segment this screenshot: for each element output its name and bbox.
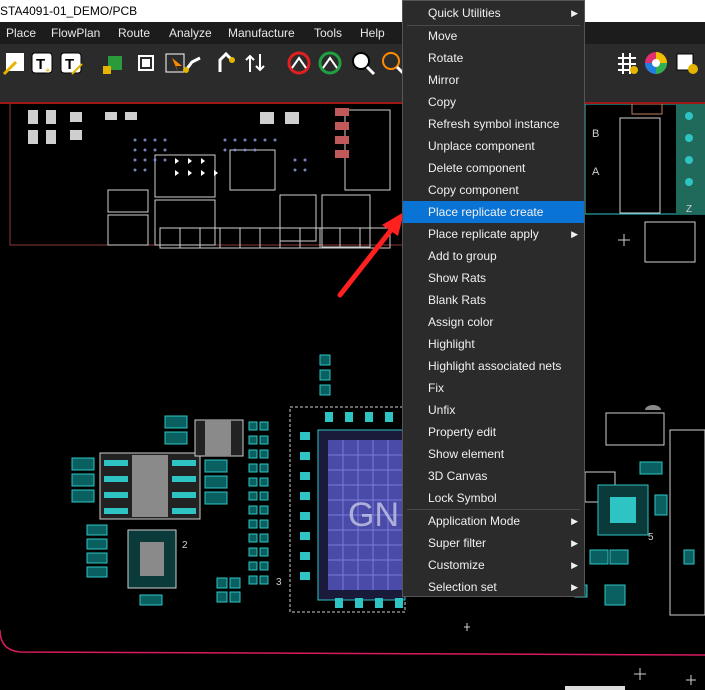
- menu-item-application-mode[interactable]: Application Mode ▶: [403, 510, 584, 532]
- menu-help[interactable]: Help: [356, 22, 389, 44]
- menu-route[interactable]: Route: [114, 22, 154, 44]
- add-text-icon[interactable]: T +: [29, 50, 55, 76]
- menu-item-highlight[interactable]: Highlight: [403, 333, 584, 355]
- menu-item-lock-symbol[interactable]: Lock Symbol: [403, 487, 584, 509]
- slide-icon[interactable]: [212, 50, 238, 76]
- pcb-canvas[interactable]: B A Z 2 GN 3 5: [0, 104, 705, 690]
- menu-item-blank-rats[interactable]: Blank Rats: [403, 289, 584, 311]
- zoom-icon[interactable]: [350, 50, 376, 76]
- silk-label-z: Z: [686, 204, 692, 215]
- submenu-arrow-icon: ▶: [571, 538, 578, 548]
- menu-item-customize[interactable]: Customize ▶: [403, 554, 584, 576]
- route-connect-icon[interactable]: [180, 50, 206, 76]
- menu-item-unplace-component[interactable]: Unplace component: [403, 135, 584, 157]
- menu-item-place-replicate-create[interactable]: Place replicate create: [403, 201, 584, 223]
- edit-text-icon[interactable]: T: [58, 50, 84, 76]
- menu-item-mirror[interactable]: Mirror: [403, 69, 584, 91]
- window-title: STA4091-01_DEMO/PCB: [0, 4, 138, 18]
- pcb-layout: B A Z 2 GN 3 5: [0, 104, 705, 690]
- submenu-arrow-icon: ▶: [571, 582, 578, 592]
- drc-icon[interactable]: [286, 50, 312, 76]
- add-line-icon[interactable]: [2, 50, 28, 76]
- menu-item-show-element[interactable]: Show element: [403, 443, 584, 465]
- menu-flowplan[interactable]: FlowPlan: [47, 22, 104, 44]
- svg-text:T: T: [36, 56, 45, 73]
- swap-arrows-icon[interactable]: [242, 50, 268, 76]
- net-check-icon[interactable]: [317, 50, 343, 76]
- silk-label-2: 2: [182, 540, 188, 551]
- menu-item-move[interactable]: Move: [403, 25, 584, 47]
- visibility-icon[interactable]: [674, 50, 700, 76]
- silk-label-5: 5: [648, 532, 654, 543]
- watermark-text: GN: [348, 496, 399, 534]
- menu-item-copy[interactable]: Copy: [403, 91, 584, 113]
- menu-item-super-filter[interactable]: Super filter ▶: [403, 532, 584, 554]
- grid-icon[interactable]: [614, 50, 640, 76]
- menu-item-place-replicate-apply[interactable]: Place replicate apply ▶: [403, 223, 584, 245]
- menu-tools[interactable]: Tools: [310, 22, 346, 44]
- menu-item-unfix[interactable]: Unfix: [403, 399, 584, 421]
- context-menu: Quick Utilities ▶ Move Rotate Mirror Copy…: [402, 0, 585, 597]
- menu-item-selection-set[interactable]: Selection set ▶: [403, 576, 584, 598]
- submenu-arrow-icon: ▶: [571, 229, 578, 239]
- submenu-arrow-icon: ▶: [571, 516, 578, 526]
- menu-item-quick-utilities[interactable]: Quick Utilities ▶: [403, 2, 584, 24]
- menu-manufacture[interactable]: Manufacture: [224, 22, 299, 44]
- menu-item-add-to-group[interactable]: Add to group: [403, 245, 584, 267]
- menu-item-highlight-associated-nets[interactable]: Highlight associated nets: [403, 355, 584, 377]
- menu-item-rotate[interactable]: Rotate: [403, 47, 584, 69]
- menu-analyze[interactable]: Analyze: [165, 22, 216, 44]
- menu-item-fix[interactable]: Fix: [403, 377, 584, 399]
- menu-item-copy-component[interactable]: Copy component: [403, 179, 584, 201]
- silk-label-3: 3: [276, 577, 282, 588]
- menu-item-property-edit[interactable]: Property edit: [403, 421, 584, 443]
- menu-item-show-rats[interactable]: Show Rats: [403, 267, 584, 289]
- color-palette-icon[interactable]: [643, 50, 669, 76]
- submenu-arrow-icon: ▶: [571, 8, 578, 18]
- menu-item-delete-component[interactable]: Delete component: [403, 157, 584, 179]
- silk-label-a: A: [592, 166, 600, 178]
- menu-bar: Place FlowPlan Route Analyze Manufacture…: [0, 22, 705, 44]
- menu-item-assign-color[interactable]: Assign color: [403, 311, 584, 333]
- svg-text:+: +: [45, 66, 51, 76]
- place-component-icon[interactable]: [101, 50, 127, 76]
- window-title-bar: STA4091-01_DEMO/PCB: [0, 0, 705, 22]
- silk-label-b: B: [592, 128, 599, 140]
- toolbar: T + T: [0, 44, 705, 104]
- chip-icon[interactable]: [133, 50, 159, 76]
- svg-text:T: T: [65, 56, 74, 73]
- menu-place[interactable]: Place: [2, 22, 40, 44]
- menu-item-3d-canvas[interactable]: 3D Canvas: [403, 465, 584, 487]
- submenu-arrow-icon: ▶: [571, 560, 578, 570]
- menu-item-refresh-symbol-instance[interactable]: Refresh symbol instance: [403, 113, 584, 135]
